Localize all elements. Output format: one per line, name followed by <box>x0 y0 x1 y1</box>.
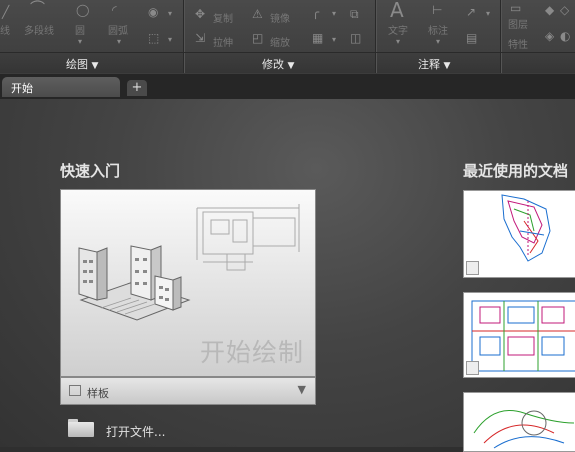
drawing-preview-icon <box>471 300 575 372</box>
layer-off-icon[interactable]: ◐ <box>560 30 570 42</box>
chevron-down-icon[interactable]: ▾ <box>168 8 172 20</box>
template-selector[interactable]: 样板 ▼ <box>60 377 316 405</box>
chevron-down-icon: ▼ <box>91 61 99 71</box>
move-icon[interactable]: ✥ <box>195 8 205 20</box>
layer-icon[interactable]: ▭ <box>510 2 521 14</box>
recent-document-thumbnail[interactable] <box>463 392 575 452</box>
eye-icon[interactable]: ◉ <box>148 6 158 18</box>
panel-annotate[interactable]: 注释 ▼ <box>418 56 450 72</box>
circle-tool-label[interactable]: 圆 <box>75 22 85 37</box>
line-tool-icon[interactable]: ╱ <box>2 6 9 18</box>
new-tab-button[interactable]: + <box>127 80 147 96</box>
fillet-icon[interactable]: ╭ <box>312 6 319 18</box>
chevron-down-icon[interactable]: ▾ <box>78 36 82 48</box>
recent-document-thumbnail[interactable] <box>463 292 575 378</box>
leader-icon[interactable]: ↗ <box>466 6 476 18</box>
quick-start-heading: 快速入门 <box>60 162 121 180</box>
polyline-tool-icon[interactable]: ⌒ <box>30 1 45 16</box>
copy-tool-label[interactable]: 复制 <box>213 10 233 25</box>
properties-tool-label[interactable]: 特性 <box>508 36 528 51</box>
text-tool-icon[interactable]: A <box>390 0 404 20</box>
chevron-down-icon[interactable]: ▾ <box>332 8 336 20</box>
chevron-down-icon[interactable]: ▾ <box>117 36 121 48</box>
layer-state-icon[interactable]: ◆ <box>545 4 554 16</box>
rectangle-tool-icon[interactable]: ⬚ <box>148 32 159 44</box>
panel-modify[interactable]: 修改 ▼ <box>262 56 294 72</box>
table-icon[interactable]: ▤ <box>466 32 477 44</box>
document-tab-bar: 开始 + <box>0 74 575 99</box>
chevron-down-icon[interactable]: ▾ <box>396 36 400 48</box>
arc-tool-label[interactable]: 圆弧 <box>108 22 128 37</box>
line-tool-label: 线 <box>0 26 10 37</box>
dimension-tool-label[interactable]: 标注 <box>428 22 448 37</box>
layer-match-icon[interactable]: ◈ <box>545 30 554 42</box>
template-dropdown-icon[interactable]: ▼ <box>298 383 306 396</box>
ribbon-separator <box>375 53 376 73</box>
ribbon-separator <box>183 53 184 73</box>
explode-icon[interactable]: ◫ <box>350 32 361 44</box>
mirror-tool-label[interactable]: 镜像 <box>270 10 290 25</box>
panel-annotate-label: 注释 <box>418 58 440 71</box>
stretch-icon[interactable]: ⇲ <box>195 32 205 44</box>
layer-tool-label[interactable]: 图层 <box>508 16 528 31</box>
chevron-down-icon[interactable]: ▾ <box>332 34 336 46</box>
chevron-down-icon: ▼ <box>287 61 295 71</box>
ribbon: ╱ 线 ⌒ 多段线 ◯ 圆 ▾ ◜ 圆弧 ▾ ◉ ▾ ⬚ ▾ ✥ 复制 ⚠ 镜像… <box>0 0 575 75</box>
stretch-tool-label[interactable]: 拉伸 <box>213 34 233 49</box>
tab-start[interactable]: 开始 <box>2 77 120 97</box>
panel-modify-label: 修改 <box>262 58 284 71</box>
open-files-link[interactable]: 打开文件... <box>106 423 165 440</box>
dwg-file-icon <box>466 361 479 375</box>
recent-documents-heading: 最近使用的文档 <box>463 162 569 180</box>
dimension-icon[interactable]: ⊢ <box>432 4 442 16</box>
template-label: 样板 <box>87 387 109 400</box>
chevron-down-icon: ▼ <box>443 61 451 71</box>
tab-start-label: 开始 <box>11 82 33 95</box>
template-icon <box>69 385 81 396</box>
dwg-file-icon <box>466 261 479 275</box>
scale-tool-label[interactable]: 缩放 <box>270 34 290 49</box>
grid-array-icon[interactable]: ▦ <box>312 32 323 44</box>
scale-icon[interactable]: ◰ <box>252 32 263 44</box>
ribbon-panel-bar: 绘图 ▼ 修改 ▼ 注释 ▼ <box>0 52 575 73</box>
arc-tool-icon[interactable]: ◜ <box>112 4 117 16</box>
chevron-down-icon[interactable]: ▾ <box>168 34 172 46</box>
drawing-preview-icon <box>501 194 551 262</box>
recent-document-thumbnail[interactable] <box>463 190 575 278</box>
ribbon-separator <box>500 53 501 73</box>
panel-draw[interactable]: 绘图 ▼ <box>66 56 98 72</box>
layer-freeze-icon[interactable]: ◇ <box>560 4 569 16</box>
array-icon[interactable]: ⧉ <box>350 8 359 20</box>
polyline-tool-label[interactable]: 多段线 <box>24 22 54 37</box>
chevron-down-icon[interactable]: ▾ <box>436 36 440 48</box>
panel-draw-label: 绘图 <box>66 58 88 71</box>
start-drawing-label[interactable]: 开始绘制 <box>200 333 304 369</box>
drawing-preview-icon <box>473 410 575 449</box>
chevron-down-icon[interactable]: ▾ <box>486 8 490 20</box>
text-tool-label[interactable]: 文字 <box>388 22 408 37</box>
folder-icon[interactable] <box>68 419 94 437</box>
mirror-icon[interactable]: ⚠ <box>252 8 263 20</box>
circle-tool-icon[interactable]: ◯ <box>76 4 89 16</box>
